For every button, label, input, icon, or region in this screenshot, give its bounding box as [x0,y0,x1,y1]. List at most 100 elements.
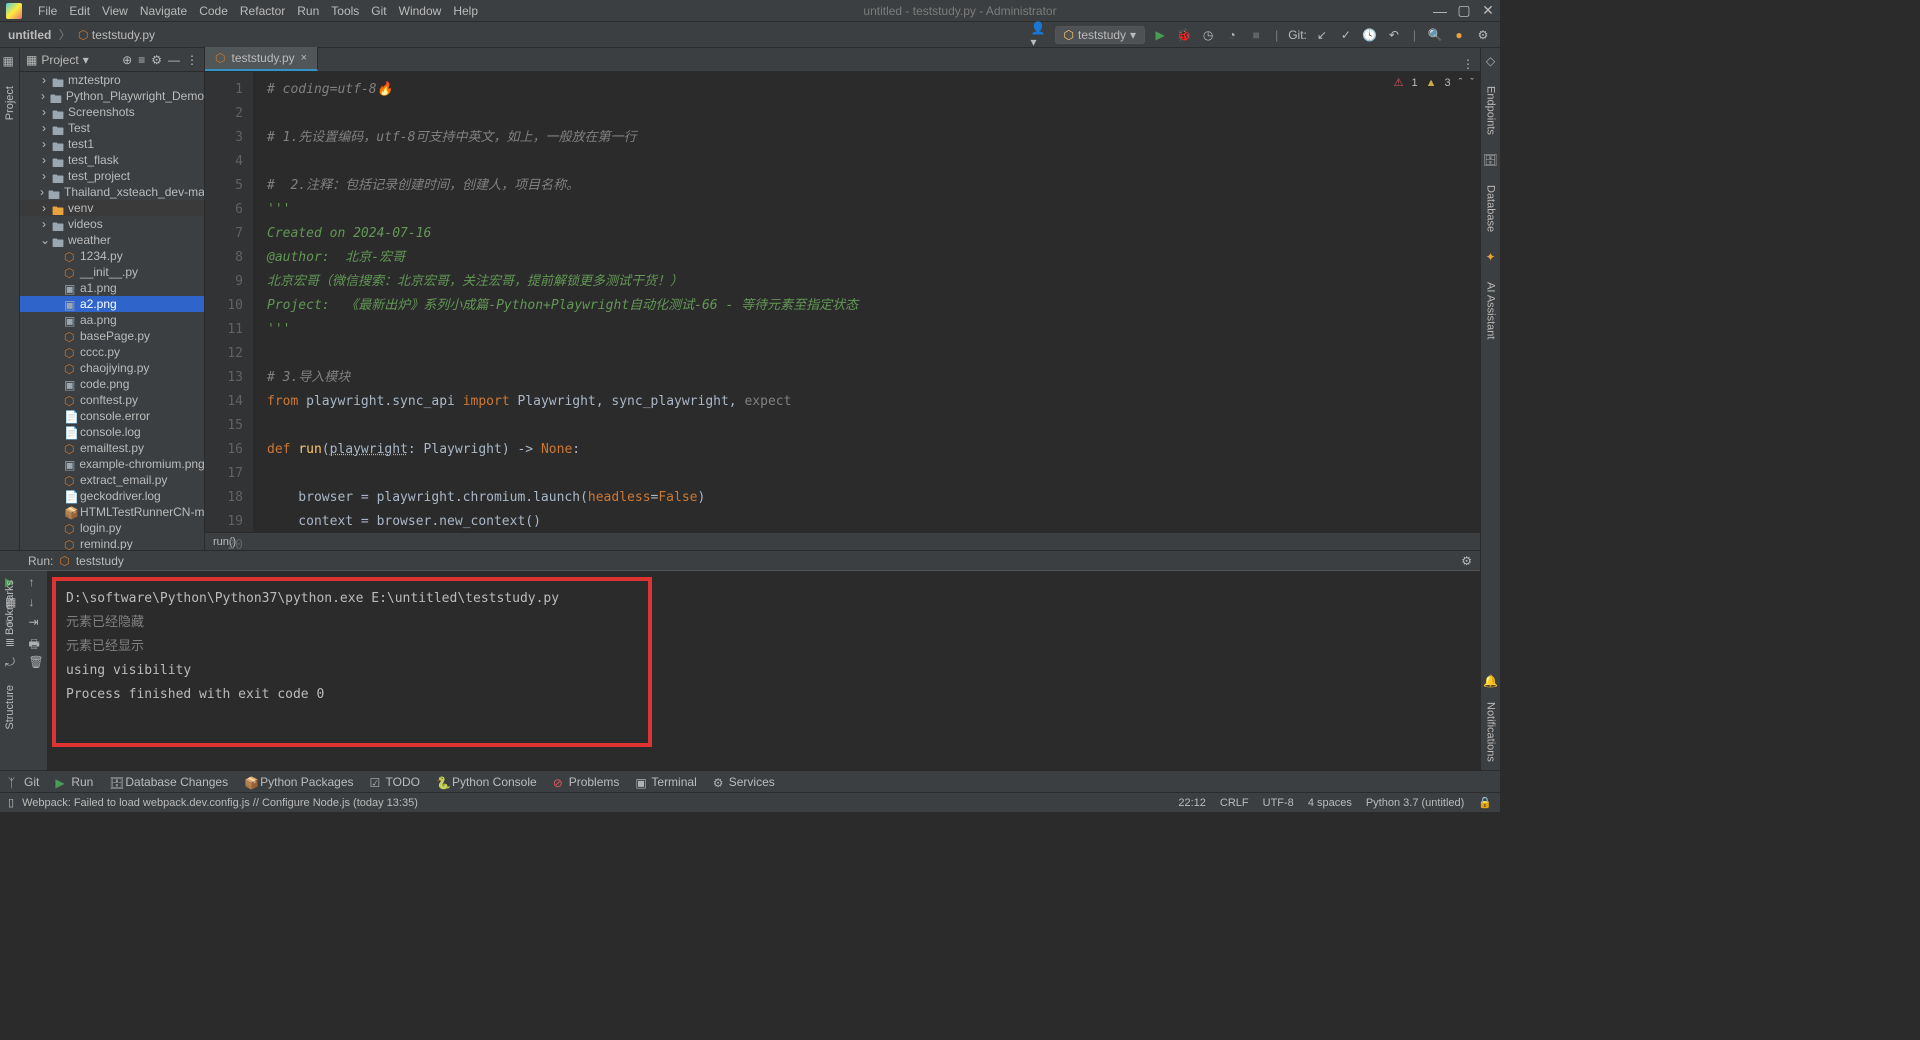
clear-icon[interactable]: 🗑 [29,655,43,669]
pane-settings-icon[interactable]: ⚙ [151,53,162,67]
tabs-more-icon[interactable]: ⋮ [1456,57,1480,71]
editor-tabs[interactable]: ⬡ teststudy.py × ⋮ [205,48,1480,72]
gutter: 1234567891011121314151617181920 [205,72,253,532]
menu-edit[interactable]: Edit [69,4,90,18]
code-breadcrumb[interactable]: run() [205,532,1480,550]
soft-wrap-icon[interactable]: ⇥ [29,615,43,629]
right-tool-strip: ◇ Endpoints 🗄 Database ✦ AI Assistant 🔔 … [1480,48,1500,770]
status-message: Webpack: Failed to load webpack.dev.conf… [22,797,418,809]
status-quick-icon[interactable]: ▯ [8,796,14,809]
ai-assistant-right-icon[interactable]: ✦ [1485,250,1495,264]
git-rollback-icon[interactable]: ↶ [1385,26,1403,44]
window-maximize-icon[interactable]: ▢ [1458,5,1470,17]
tool-run[interactable]: ▶Run [55,775,93,789]
tab-teststudy[interactable]: ⬡ teststudy.py × [205,47,318,71]
dump-threads-icon[interactable]: ≣ [5,635,19,649]
window-minimize-icon[interactable]: — [1434,5,1446,17]
window-close-icon[interactable]: ✕ [1482,5,1494,17]
nav-toolbar: untitled 〉 ⬡ teststudy.py 👤▾ ⬡ teststudy… [0,22,1500,48]
tool-todo[interactable]: ☑TODO [370,775,420,789]
python-interpreter[interactable]: Python 3.7 (untitled) [1366,797,1464,809]
menu-code[interactable]: Code [199,4,228,18]
endpoints-label[interactable]: Endpoints [1485,86,1497,135]
run-settings-icon[interactable]: ⚙ [1461,554,1472,568]
tool-git[interactable]: ᛉGit [8,775,39,789]
project-tool-icon[interactable]: ▦ [3,54,17,68]
git-commit-icon[interactable]: ✓ [1337,26,1355,44]
hide-pane-icon[interactable]: — [168,53,180,67]
bottom-tools: ᛉGit ▶Run 🗄Database Changes 📦Python Pack… [0,770,1500,792]
run-toolwindow-header: Run: ⬡ teststudy ⚙ — [0,550,1500,570]
database-icon[interactable]: 🗄 [1483,153,1498,167]
search-everywhere-icon[interactable]: 🔍 [1426,26,1444,44]
indent-settings[interactable]: 4 spaces [1308,797,1352,809]
database-label[interactable]: Database [1485,185,1497,232]
git-history-icon[interactable]: 🕓 [1361,26,1379,44]
menu-git[interactable]: Git [371,4,386,18]
caret-position[interactable]: 22:12 [1178,797,1206,809]
bookmarks-tool-label[interactable]: Bookmarks [4,580,16,635]
breadcrumb[interactable]: untitled 〉 ⬡ teststudy.py [8,26,155,43]
tree-venv[interactable]: ›🖿venv [20,200,204,216]
menu-tools[interactable]: Tools [331,4,359,18]
tool-services[interactable]: ⚙Services [713,775,775,789]
settings-icon[interactable]: ⚙ [1474,26,1492,44]
tool-python-console[interactable]: 🐍Python Console [436,775,537,789]
menu-refactor[interactable]: Refactor [240,4,285,18]
close-tab-icon[interactable]: × [301,52,307,64]
window-title: untitled - teststudy.py - Administrator [863,4,1056,18]
notifications-label[interactable]: Notifications [1484,702,1496,762]
tool-terminal[interactable]: ▣Terminal [635,775,696,789]
structure-tool-label[interactable]: Structure [4,685,16,730]
git-label: Git: [1288,28,1307,42]
ide-logo-icon [6,3,22,19]
user-icon[interactable]: 👤▾ [1031,26,1049,44]
menu-bar[interactable]: File Edit View Navigate Code Refactor Ru… [26,4,478,18]
git-update-icon[interactable]: ↙ [1313,26,1331,44]
menu-file[interactable]: File [38,4,57,18]
pane-more-icon[interactable]: ⋮ [186,53,198,67]
project-view-chevron-icon[interactable]: ▾ [83,53,89,67]
endpoints-icon[interactable]: ◇ [1486,54,1495,68]
run-config-selector[interactable]: ⬡ teststudy ▾ [1055,26,1146,44]
notifications-icon[interactable]: 🔔 [1483,674,1498,688]
ai-assistant-icon[interactable]: ● [1450,26,1468,44]
title-bar: File Edit View Navigate Code Refactor Ru… [0,0,1500,22]
menu-help[interactable]: Help [453,4,478,18]
status-bar: ▯ Webpack: Failed to load webpack.dev.co… [0,792,1500,812]
tool-problems[interactable]: ⊘Problems [553,775,620,789]
menu-view[interactable]: View [102,4,128,18]
scroll-up-icon[interactable]: ↑ [29,575,43,589]
run-button[interactable]: ▶ [1151,26,1169,44]
coverage-button[interactable]: ◷ [1199,26,1217,44]
project-pane-title: Project [41,53,78,67]
profile-button[interactable]: ◔ [1223,26,1241,44]
breadcrumb-file[interactable]: teststudy.py [92,28,155,42]
menu-run[interactable]: Run [297,4,319,18]
stop-button[interactable]: ■ [1247,26,1265,44]
expand-all-icon[interactable]: ≡ [138,53,145,67]
debug-button[interactable]: 🐞 [1175,26,1193,44]
code-editor[interactable]: 1234567891011121314151617181920 # coding… [205,72,1480,532]
ai-assistant-label[interactable]: AI Assistant [1485,282,1497,339]
scroll-down-icon[interactable]: ↓ [29,595,43,609]
tool-db-changes[interactable]: 🗄Database Changes [109,775,228,789]
run-left-tabs: ↑ ↓ ⇥ 🖶 🗑 [24,571,48,770]
lock-icon[interactable]: 🔒 [1478,796,1492,809]
run-config-name: teststudy [76,554,124,568]
run-label: Run: [28,554,53,568]
console-output[interactable]: D:\software\Python\Python37\python.exe E… [52,577,652,747]
project-tool-label[interactable]: Project [4,86,16,120]
file-encoding[interactable]: UTF-8 [1263,797,1294,809]
select-opened-file-icon[interactable]: ⊕ [122,53,132,67]
run-panel: ▶ ▦ ■ ≣ ⤾ ↑ ↓ ⇥ 🖶 🗑 D:\software\Python\P… [0,570,1480,770]
layout-icon[interactable]: ⤾ [5,655,19,669]
menu-navigate[interactable]: Navigate [140,4,187,18]
breadcrumb-root[interactable]: untitled [8,28,51,42]
tool-python-packages[interactable]: 📦Python Packages [244,775,353,789]
tree-selected-file[interactable]: ▣a2.png [20,296,204,312]
print-icon[interactable]: 🖶 [29,635,43,649]
line-separator[interactable]: CRLF [1220,797,1249,809]
menu-window[interactable]: Window [399,4,442,18]
inspection-badges[interactable]: ⚠1 ▲3 ˆˇ [1394,76,1474,89]
